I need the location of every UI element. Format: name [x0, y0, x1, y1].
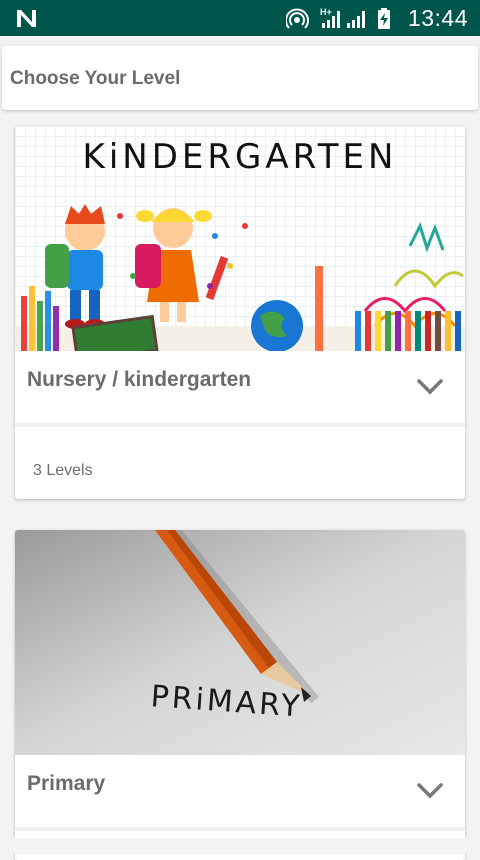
- level-name: Primary: [27, 772, 106, 795]
- page-title: Choose Your Level: [10, 68, 181, 89]
- level-card-primary[interactable]: PRiMARY Primary: [15, 530, 465, 860]
- network-type-label: H+: [320, 7, 332, 17]
- hotspot-icon: [286, 8, 309, 29]
- card-divider: [15, 827, 465, 831]
- primary-image: PRiMARY: [15, 530, 465, 755]
- bottom-background: [0, 838, 480, 854]
- kindergarten-image: KiNDERGARTEN: [15, 126, 465, 351]
- status-bar: H+ 13:44: [0, 0, 480, 36]
- status-clock: 13:44: [407, 5, 468, 31]
- level-name: Nursery / kindergarten: [27, 368, 252, 391]
- status-icons: H+: [286, 7, 390, 29]
- chevron-down-icon[interactable]: [415, 780, 445, 800]
- notification-n-icon: [17, 10, 36, 27]
- battery-charging-icon: [378, 8, 390, 29]
- level-card-kindergarten[interactable]: KiNDERGARTEN Nursery / kindergarten 3 Le…: [15, 126, 465, 499]
- header-card: Choose Your Level: [2, 46, 478, 110]
- kindergarten-image-text: KiNDERGARTEN: [83, 137, 398, 177]
- chevron-down-icon[interactable]: [415, 376, 445, 396]
- signal-icon: [347, 11, 365, 28]
- card-divider: [15, 423, 465, 427]
- level-count: 3 Levels: [33, 462, 93, 479]
